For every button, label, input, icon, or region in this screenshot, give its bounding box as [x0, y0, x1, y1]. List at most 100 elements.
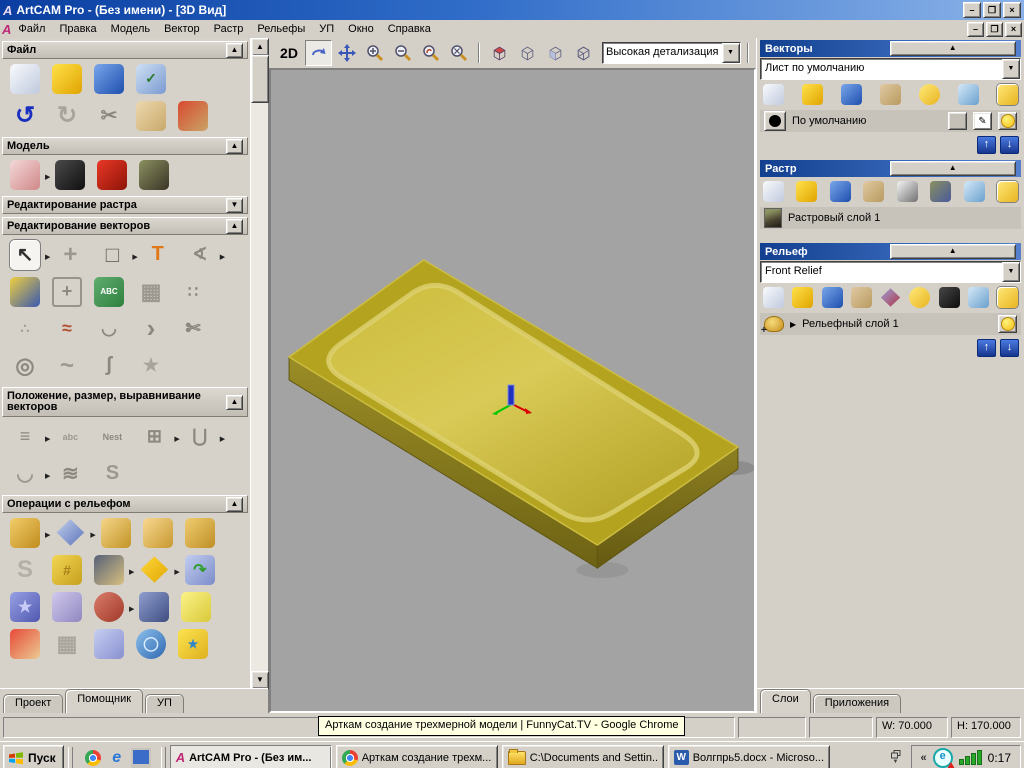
copy-icon[interactable]	[136, 101, 166, 131]
create-rectangle-icon[interactable]: □	[97, 240, 127, 270]
sculpt-relief-icon[interactable]	[185, 518, 215, 548]
save-relief-layer-icon[interactable]	[822, 287, 843, 308]
emboss-wizard-icon[interactable]	[94, 555, 124, 585]
envelope-relief-icon[interactable]: ▦	[52, 629, 82, 659]
child-minimize-button[interactable]: –	[967, 22, 984, 37]
flyout-arrow-icon[interactable]: ▶	[90, 531, 95, 539]
task-button-artcam[interactable]: AArtCAM Pro - (Без им...	[170, 745, 332, 768]
relief-layer-row[interactable]: + ▶ Рельефный слой 1	[760, 313, 1021, 335]
delete-relief-layer-icon[interactable]	[968, 287, 989, 308]
model-options-icon[interactable]: ✓	[136, 64, 166, 94]
node-editing-icon[interactable]: +	[52, 277, 82, 307]
flyout-arrow-icon[interactable]: ▶	[45, 435, 50, 443]
relief-select[interactable]: Front Relief ▼	[760, 261, 1021, 283]
flyout-arrow-icon[interactable]: ▶	[45, 472, 50, 480]
show-all-relief-layers-icon[interactable]	[997, 287, 1018, 308]
zero-plane-icon[interactable]	[55, 518, 85, 548]
texture-relief-icon[interactable]	[52, 592, 82, 622]
mode-2d-button[interactable]: 2D	[274, 40, 304, 66]
paste-along-curve-icon[interactable]: ∷	[178, 277, 208, 307]
minimize-button[interactable]: –	[963, 2, 981, 18]
greyscale-view-icon[interactable]	[897, 181, 918, 202]
collapse-icon[interactable]: ▲	[890, 244, 1017, 259]
view-side-button[interactable]	[542, 40, 569, 66]
tab-applications[interactable]: Приложения	[813, 694, 901, 713]
flyout-arrow-icon[interactable]: ▶	[45, 173, 50, 181]
smooth-relief-icon[interactable]	[101, 518, 131, 548]
chevron-down-icon[interactable]: ▼	[1002, 262, 1020, 282]
flyout-arrow-icon[interactable]: ▶	[129, 605, 134, 613]
expand-layer-icon[interactable]: ▶	[790, 320, 796, 329]
menu-item-bitmap[interactable]: Растр	[207, 21, 251, 37]
align-vectors-icon[interactable]: ≡	[10, 422, 40, 452]
shape-editor-icon[interactable]	[139, 555, 169, 585]
flyout-arrow-icon[interactable]: ▶	[174, 435, 179, 443]
tab-layers[interactable]: Слои	[760, 689, 811, 713]
tab-toolpaths[interactable]: УП	[145, 694, 184, 713]
collapse-icon[interactable]: ▲	[890, 41, 1017, 56]
wrap-relief-icon[interactable]: ↷	[185, 555, 215, 585]
section-vector-editing-header[interactable]: Редактирование векторов ▲	[2, 217, 248, 235]
tab-project[interactable]: Проект	[3, 694, 63, 713]
redo-icon[interactable]: ↻	[52, 101, 82, 131]
new-raster-layer-icon[interactable]	[763, 181, 784, 202]
view-top-button[interactable]	[486, 40, 513, 66]
export-relief-icon[interactable]: ★	[178, 629, 208, 659]
lock-layer-icon[interactable]	[948, 112, 967, 130]
flyout-arrow-icon[interactable]: ▶	[129, 568, 134, 576]
restore-button[interactable]: ❐	[983, 2, 1001, 18]
show-desktop-icon[interactable]	[132, 749, 150, 767]
fit-polyline-icon[interactable]: ≈	[52, 314, 82, 344]
snap-layer-icon[interactable]: ✎	[973, 112, 992, 130]
collapse-icon[interactable]: ▲	[226, 497, 243, 512]
vector-texture-icon[interactable]: ≋	[55, 459, 85, 489]
vector-layer-row[interactable]: По умолчанию ✎	[760, 110, 1021, 132]
text-on-curve-icon[interactable]: abc	[55, 422, 85, 452]
zoom-previous-button[interactable]	[417, 40, 444, 66]
scale-relief-icon[interactable]	[143, 518, 173, 548]
show-all-sheets-icon[interactable]	[997, 84, 1018, 105]
rotate-view-button[interactable]	[305, 40, 332, 66]
convert-raster-layer-icon[interactable]	[930, 181, 951, 202]
collapse-icon[interactable]: ▲	[890, 161, 1017, 176]
smooth-vectors-icon[interactable]: ◡	[10, 459, 40, 489]
layer-visibility-icon[interactable]	[998, 112, 1017, 130]
gold-bar-model[interactable]	[271, 70, 754, 711]
star-wizard-icon[interactable]: ★	[10, 592, 40, 622]
task-button-word-doc[interactable]: WВолгпрь5.docx - Microso...	[668, 745, 830, 768]
paste-icon[interactable]	[178, 101, 208, 131]
offset-relief-icon[interactable]	[181, 592, 211, 622]
fit-arc-icon[interactable]: ›	[136, 314, 166, 344]
signal-strength-icon[interactable]	[959, 751, 982, 765]
delete-raster-layer-icon[interactable]	[964, 181, 985, 202]
interactive-sculpt-icon[interactable]	[94, 592, 124, 622]
trim-vectors-icon[interactable]: ✄	[178, 314, 208, 344]
show-all-raster-layers-icon[interactable]	[997, 181, 1018, 202]
new-vector-sheet-icon[interactable]	[763, 84, 784, 105]
set-model-size-icon[interactable]	[10, 160, 40, 190]
collapse-icon[interactable]: ▲	[226, 395, 243, 410]
emboss-relief-icon[interactable]	[139, 592, 169, 622]
undo-icon[interactable]: ↺	[10, 101, 40, 131]
scroll-down-icon[interactable]: ▼	[251, 671, 269, 689]
vector-sheet-select[interactable]: Лист по умолчанию ▼	[760, 58, 1021, 80]
menu-item-reliefs[interactable]: Рельефы	[250, 21, 312, 37]
tray-expand-icon[interactable]: «	[921, 752, 927, 764]
menu-item-edit[interactable]: Правка	[52, 21, 103, 37]
section-file-header[interactable]: Файл ▲	[2, 41, 248, 59]
layer-color-swatch[interactable]	[764, 111, 786, 131]
invert-model-icon[interactable]	[55, 160, 85, 190]
assistant-scrollbar[interactable]: ▲ ▼	[250, 38, 268, 689]
open-model-icon[interactable]	[52, 64, 82, 94]
flyout-arrow-icon[interactable]: ▶	[45, 531, 50, 539]
tape-measure-icon[interactable]	[10, 277, 40, 307]
flyout-arrow-icon[interactable]: ▶	[45, 253, 50, 261]
toggle-relief-visibility-icon[interactable]	[909, 287, 930, 308]
scroll-up-icon[interactable]: ▲	[251, 38, 269, 56]
save-raster-layer-icon[interactable]	[830, 181, 851, 202]
viewport-3d[interactable]	[269, 68, 756, 713]
pan-view-button[interactable]	[333, 40, 360, 66]
zoom-fit-button[interactable]	[445, 40, 472, 66]
move-relief-layer-down-icon[interactable]: ↓	[1000, 339, 1019, 357]
section-relief-operations-header[interactable]: Операции с рельефом ▲	[2, 495, 248, 513]
